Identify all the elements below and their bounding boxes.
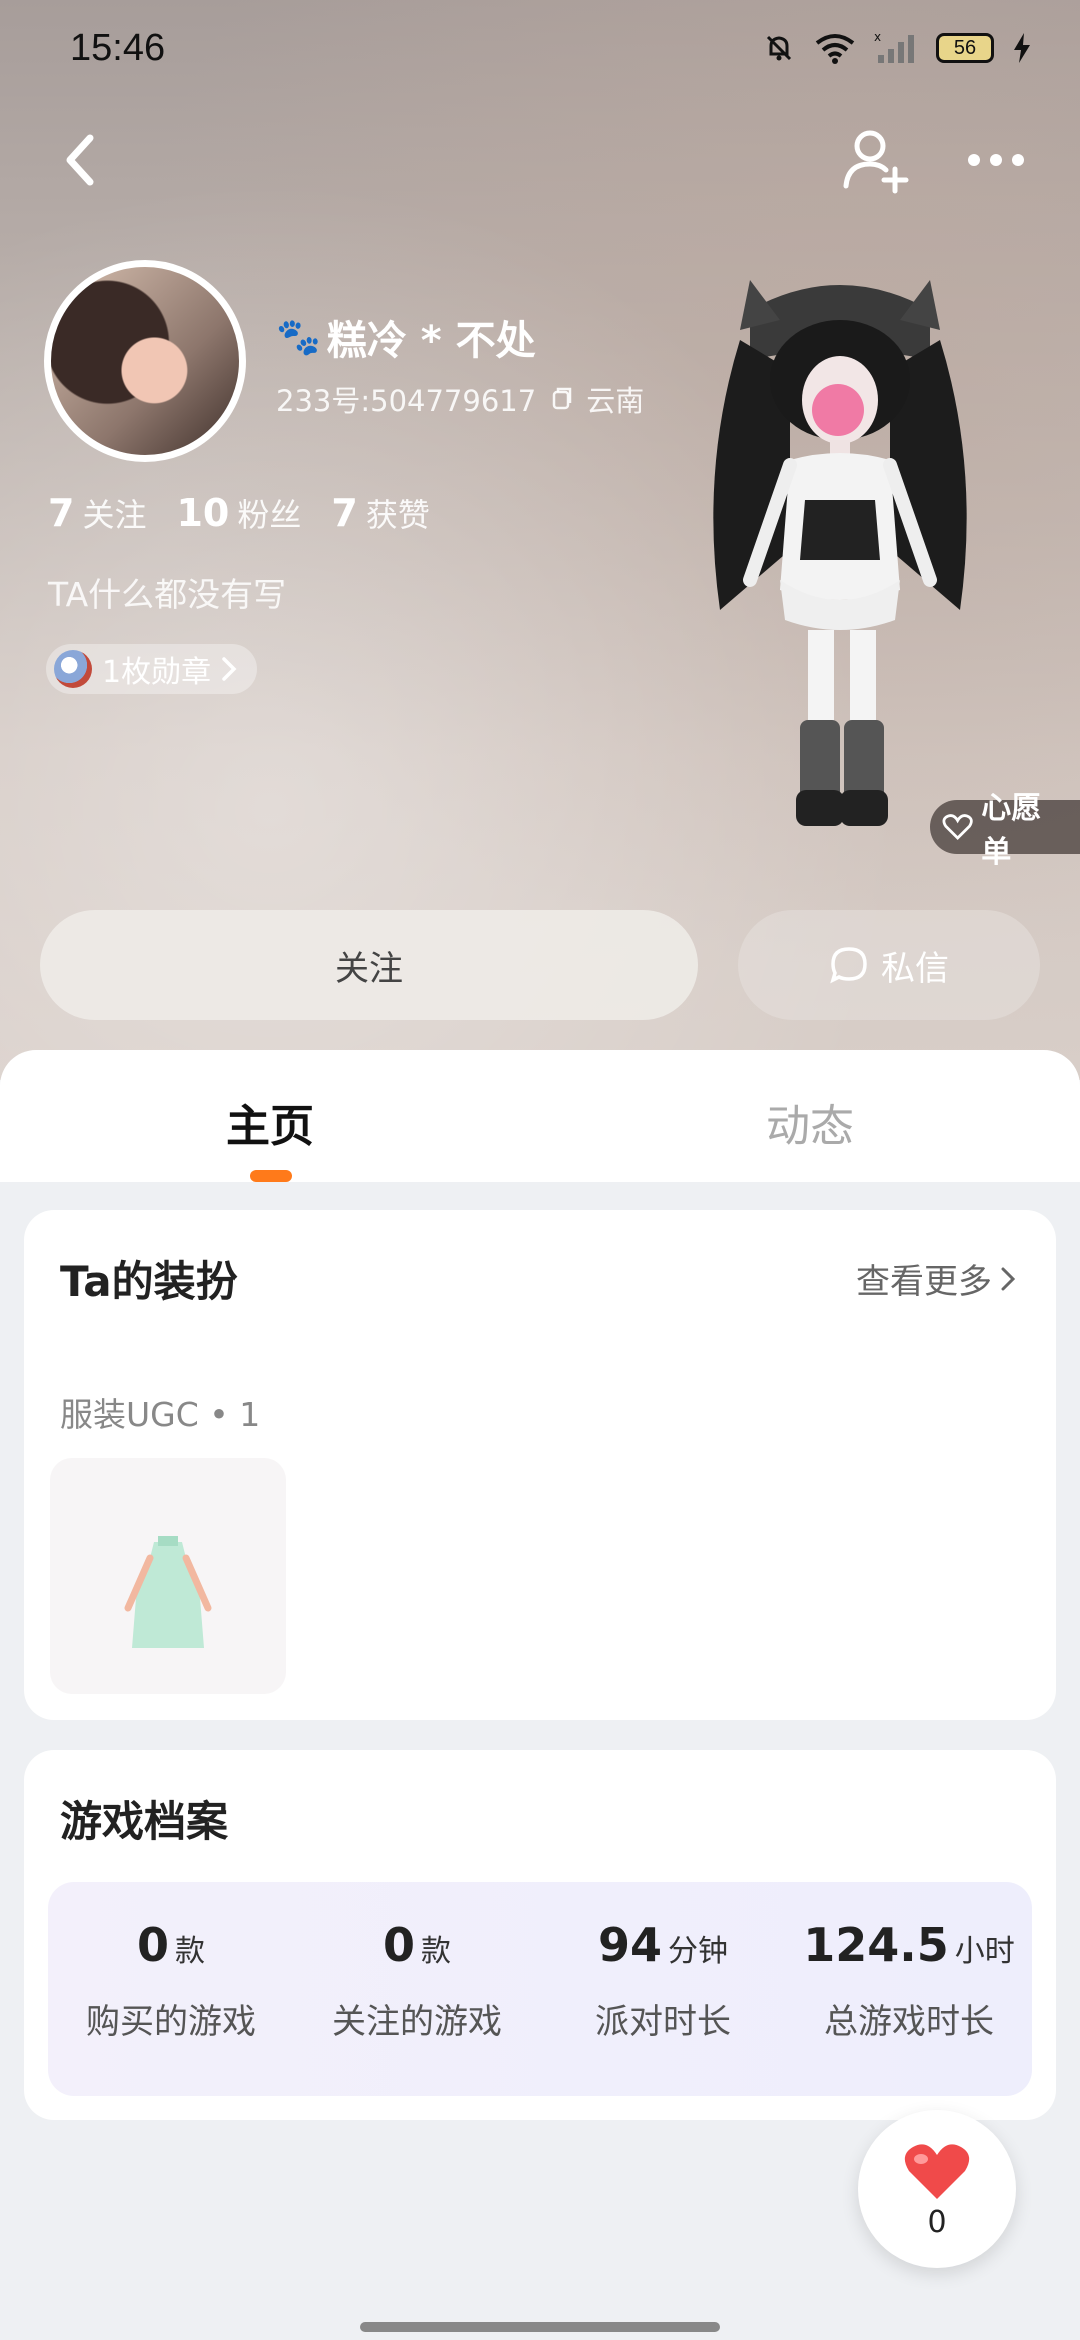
medal-icon xyxy=(54,650,92,688)
like-button[interactable]: 0 xyxy=(858,2110,1016,2268)
avatar-character-figure[interactable] xyxy=(680,250,1000,850)
dress-icon xyxy=(124,1536,212,1648)
avatar[interactable] xyxy=(44,260,246,462)
user-id-row: 233号:504779617 云南 xyxy=(276,378,644,420)
heart-outline-icon xyxy=(942,814,973,840)
profile-tabs: 主页 动态 xyxy=(0,1050,1080,1182)
wifi-icon xyxy=(815,34,855,64)
see-more-label: 查看更多 xyxy=(856,1262,992,1302)
username-text: 糕冷 * 不处 xyxy=(326,318,536,364)
chevron-right-icon xyxy=(1001,1267,1016,1290)
outfit-card: Ta的装扮 查看更多 服装UGC • 1 xyxy=(24,1210,1056,1720)
wishlist-label: 心愿单 xyxy=(981,791,1042,870)
follow-button[interactable]: 关注 xyxy=(40,910,698,1020)
archive-stats-panel: 0款 购买的游戏 0款 关注的游戏 94 分钟 派对时长 124.5 小时 总游戏时… xyxy=(48,1882,1032,2096)
active-tab-indicator xyxy=(250,1170,292,1182)
home-indicator[interactable] xyxy=(360,2322,720,2332)
chevron-left-icon xyxy=(66,134,94,186)
medal-label: 1枚勋章 xyxy=(102,655,212,690)
outfit-subtitle: 服装UGC • 1 xyxy=(60,1395,261,1434)
bio: TA什么都没有写 xyxy=(48,575,287,614)
outfit-item-thumbnail[interactable] xyxy=(50,1458,286,1694)
like-count: 0 xyxy=(927,2204,947,2240)
status-time: 15:46 xyxy=(70,26,166,69)
copy-icon[interactable] xyxy=(548,386,574,412)
tab-home[interactable]: 主页 xyxy=(226,1090,314,1154)
status-icons: x 56 xyxy=(762,31,1032,65)
battery-icon: 56 xyxy=(936,33,994,63)
heart-icon xyxy=(904,2143,970,2199)
add-friend-icon xyxy=(843,130,909,194)
svg-text:x: x xyxy=(874,31,881,44)
charging-icon xyxy=(1014,33,1030,63)
tab-feed[interactable]: 动态 xyxy=(766,1090,854,1154)
signal-icon: x xyxy=(874,31,914,63)
see-more-link[interactable]: 查看更多 xyxy=(856,1254,1016,1303)
user-id: 233号:504779617 xyxy=(276,384,537,418)
archive-purchased-games[interactable]: 0款 购买的游戏 xyxy=(48,1918,294,2043)
follow-label: 关注 xyxy=(335,948,403,989)
message-button[interactable]: 私信 xyxy=(738,910,1040,1020)
stat-followers[interactable]: 10 粉丝 xyxy=(176,490,301,536)
more-options-button[interactable] xyxy=(960,124,1032,196)
outfit-title: Ta的装扮 xyxy=(60,1257,238,1306)
top-navigation xyxy=(0,120,1080,200)
archive-title: 游戏档案 xyxy=(60,1797,229,1846)
archive-total-playtime[interactable]: 124.5 小时 总游戏时长 xyxy=(786,1918,1032,2043)
more-dots-icon xyxy=(968,154,1024,166)
game-archive-card: 游戏档案 0款 购买的游戏 0款 关注的游戏 94 分钟 派对时长 124.5 小时… xyxy=(24,1750,1056,2120)
chevron-right-icon xyxy=(222,657,237,681)
paw-icon: 🐾 xyxy=(276,317,321,358)
profile-stats: 7 关注 10 粉丝 7 获赞 xyxy=(48,490,430,536)
mute-bell-icon xyxy=(766,35,792,61)
stat-following[interactable]: 7 关注 xyxy=(48,490,146,536)
archive-followed-games[interactable]: 0款 关注的游戏 xyxy=(294,1918,540,2043)
wishlist-button[interactable]: 心愿单 xyxy=(930,791,1080,870)
message-label: 私信 xyxy=(881,948,949,989)
chat-bubble-icon xyxy=(830,947,867,984)
status-bar: 15:46 x 56 xyxy=(0,0,1080,96)
medal-badge-button[interactable]: 1枚勋章 xyxy=(46,644,258,694)
add-friend-button[interactable] xyxy=(840,124,912,196)
archive-party-duration[interactable]: 94 分钟 派对时长 xyxy=(540,1918,786,2043)
stat-likes[interactable]: 7 获赞 xyxy=(331,490,429,536)
back-button[interactable] xyxy=(60,120,130,200)
username: 🐾 糕冷 * 不处 xyxy=(276,308,536,366)
user-location: 云南 xyxy=(586,384,645,418)
